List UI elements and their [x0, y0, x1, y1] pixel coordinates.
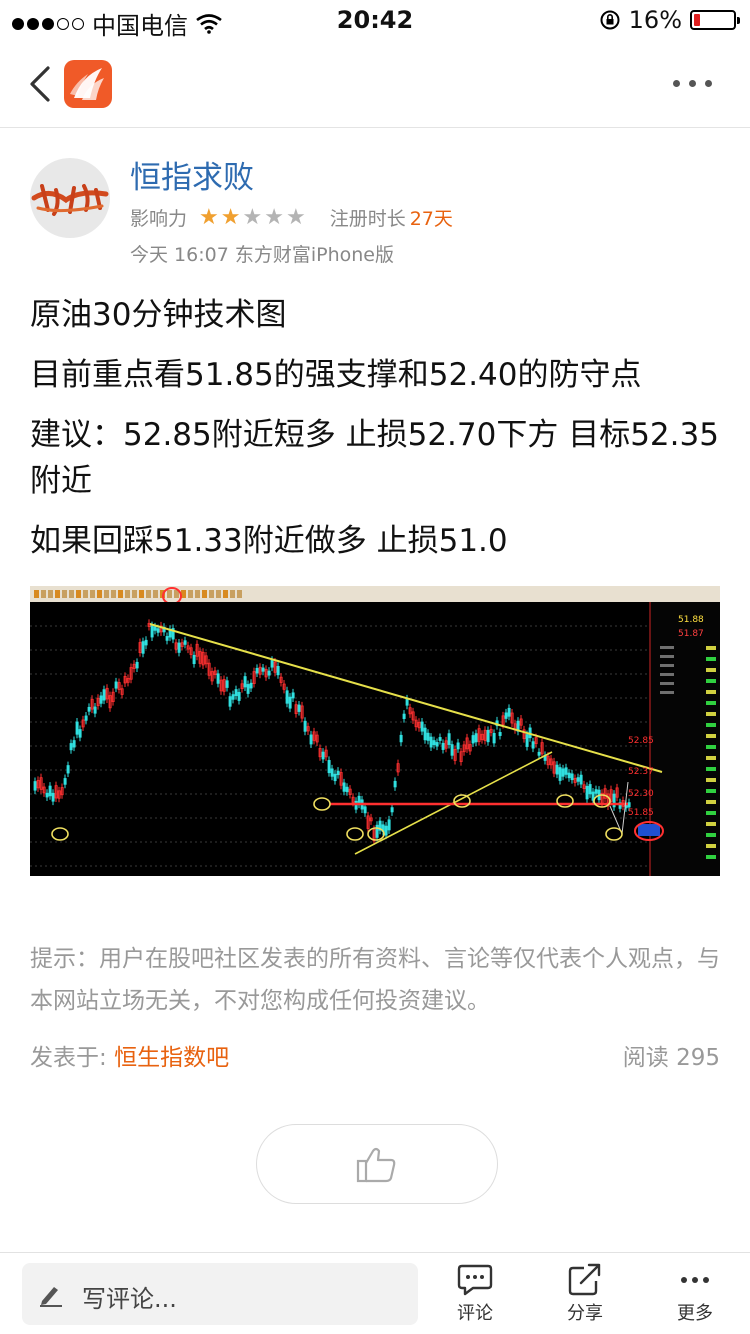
- more-label: 更多: [677, 1303, 713, 1324]
- published-in: 发表于: 恒生指数吧: [30, 1038, 229, 1072]
- thumbs-up-icon: [356, 1147, 396, 1183]
- avatar[interactable]: [30, 158, 110, 238]
- like-button[interactable]: [256, 1124, 498, 1204]
- more-dots-icon: [681, 1277, 709, 1283]
- status-right: 16%: [599, 6, 740, 34]
- price-label: 51.85: [628, 808, 654, 818]
- status-bar: 中国电信 20:42 16%: [0, 0, 750, 40]
- comment-bubble-icon: [457, 1264, 493, 1296]
- post-line: 如果回踩51.33附近做多 止损51.0: [30, 523, 508, 559]
- board-link[interactable]: 恒生指数吧: [114, 1045, 229, 1071]
- orientation-lock-icon: [600, 10, 620, 30]
- star-empty-icon: ★: [242, 205, 263, 230]
- chevron-left-icon[interactable]: [28, 66, 52, 102]
- influence-label: 影响力: [130, 208, 188, 230]
- nav-bar: [0, 40, 750, 128]
- more-dots-icon[interactable]: [673, 80, 712, 87]
- star-filled-icon: ★: [199, 205, 219, 230]
- battery-percent: 16%: [628, 6, 682, 34]
- post-line: 建议：52.85附近短多 止损52.70下方 目标52.35附近: [30, 417, 719, 499]
- quote-value: 51.87: [678, 629, 704, 639]
- post-line: 原油30分钟技术图: [30, 297, 287, 333]
- candlestick-chart: 52.85 52.37 52.30 51.85 51.88 51.87: [30, 586, 720, 876]
- battery-level: [694, 14, 701, 26]
- avatar-calligraphy-image: [31, 184, 109, 216]
- comment-input[interactable]: 写评论...: [22, 1263, 418, 1325]
- register-days: 27天: [409, 208, 453, 230]
- eastmoney-logo-icon: [70, 68, 104, 100]
- disclaimer: 提示：用户在股吧社区发表的所有资料、言论等仅代表个人观点，与本网站立场无关，不对…: [30, 946, 720, 1014]
- comment-button[interactable]: 评论: [445, 1263, 505, 1325]
- influence-stars: ★ ★ ★ ★ ★: [199, 205, 306, 230]
- price-label: 52.85: [628, 736, 654, 746]
- quote-value: 51.88: [678, 615, 704, 625]
- share-icon: [568, 1263, 601, 1296]
- read-count: 阅读 295: [622, 1045, 720, 1071]
- author-name[interactable]: 恒指求败: [130, 152, 254, 197]
- comment-placeholder: 写评论...: [82, 1285, 177, 1313]
- post-body: 原油30分钟技术图 目前重点看51.85的强支撑和52.40的防守点 建议：52…: [30, 292, 730, 578]
- app-logo[interactable]: [64, 60, 112, 108]
- post-time: 今天 16:07 东方财富iPhone版: [130, 244, 394, 266]
- comment-label: 评论: [457, 1303, 493, 1324]
- pencil-icon: [40, 1287, 62, 1307]
- author-meta: 影响力 ★ ★ ★ ★ ★ 注册时长 27天: [130, 204, 453, 231]
- bottom-bar: 写评论... 评论 分享 更多: [0, 1252, 750, 1334]
- price-label: 52.30: [628, 789, 654, 799]
- star-filled-icon: ★: [220, 205, 241, 230]
- star-empty-icon: ★: [264, 205, 284, 230]
- battery-icon: [690, 10, 740, 30]
- more-button[interactable]: 更多: [665, 1263, 725, 1325]
- star-empty-icon: ★: [285, 205, 306, 230]
- share-label: 分享: [567, 1303, 603, 1324]
- share-button[interactable]: 分享: [555, 1263, 615, 1325]
- price-label: 52.37: [628, 767, 654, 777]
- published-label: 发表于:: [30, 1045, 115, 1071]
- post-chart-image[interactable]: 52.85 52.37 52.30 51.85 51.88 51.87: [30, 586, 720, 876]
- post-line: 目前重点看51.85的强支撑和52.40的防守点: [30, 357, 642, 393]
- register-label: 注册时长: [329, 208, 406, 230]
